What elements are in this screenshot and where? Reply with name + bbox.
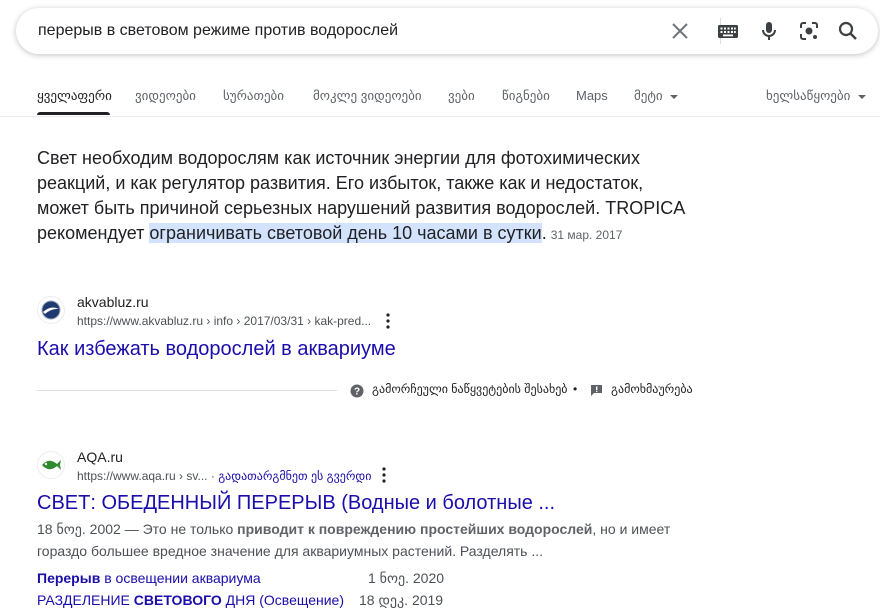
microphone-icon[interactable]: [757, 19, 781, 43]
result2-description: 18 ნოე. 2002 — Это не только приводит к …: [37, 518, 677, 562]
sitelink-1-date: 1 ნოე. 2020: [368, 570, 445, 586]
sitelink-1-rest: в освещении аквариума: [100, 570, 261, 586]
tab-videos[interactable]: ვიდეოები: [135, 88, 196, 104]
result2-url: https://www.aqa.ru › sv...: [77, 469, 208, 483]
tab-images[interactable]: სურათები: [223, 88, 284, 104]
more-options-icon[interactable]: [381, 312, 395, 330]
search-tabs: ყველაფერი ვიდეოები სურათები მოკლე ვიდეოე…: [0, 84, 880, 116]
tabs-divider: [0, 116, 880, 117]
aqa-fish-favicon-icon: [37, 451, 65, 479]
tools-button[interactable]: ხელსაწყოები: [766, 88, 867, 104]
about-divider: [37, 390, 337, 391]
caret-down-icon: [858, 94, 866, 99]
tab-web[interactable]: ვები: [448, 88, 475, 104]
tab-more-label: მეტი: [634, 88, 663, 103]
result2-desc-bold: приводит к повреждению простейших водоро…: [237, 521, 593, 537]
search-input[interactable]: перерыв в световом режиме против водорос…: [38, 22, 398, 40]
sitelink-2-bold: СВЕТОВОГО: [133, 592, 222, 608]
result2-url-separator: ·: [210, 469, 215, 483]
snippet-date: 31 мар. 2017: [550, 228, 623, 242]
result2-desc-part1: Это не только: [142, 521, 238, 537]
search-icon[interactable]: [836, 19, 860, 43]
result1-source[interactable]: akvabluz.ru https://www.akvabluz.ru › in…: [37, 294, 437, 334]
tab-more[interactable]: მეტი: [634, 88, 679, 104]
about-separator: •: [573, 382, 578, 396]
about-featured-snippets-link[interactable]: გამორჩეული ნაწყვეტების შესახებ: [372, 382, 568, 396]
more-options-icon[interactable]: [377, 466, 391, 484]
featured-snippet: Свет необходим водорослям как источник э…: [37, 146, 697, 248]
result1-url: https://www.akvabluz.ru › info › 2017/03…: [77, 314, 372, 328]
snippet-highlight: ограничивать световой день 10 часами в с…: [149, 223, 542, 243]
sitelink-2-rest: ДНЯ (Освещение): [221, 592, 344, 608]
tab-short-videos[interactable]: მოკლე ვიდეოები: [313, 88, 422, 104]
feedback-link[interactable]: გამოხმაურება: [611, 382, 693, 396]
akvabluz-favicon-icon: [37, 296, 65, 324]
svg-text:?: ?: [354, 387, 360, 398]
sitelink-1-bold: Перерыв: [37, 570, 101, 586]
result2-site-name: AQA.ru: [77, 449, 123, 465]
tab-all[interactable]: ყველაფერი: [37, 88, 112, 104]
result1-site-name: akvabluz.ru: [77, 294, 149, 310]
camera-lens-icon[interactable]: [797, 19, 821, 43]
result2-title-link[interactable]: СВЕТ: ОБЕДЕННЫЙ ПЕРЕРЫВ (Водные и болотн…: [37, 492, 555, 515]
result1-title-link[interactable]: Как избежать водорослей в аквариуме: [37, 338, 396, 361]
tools-label: ხელსაწყოები: [766, 88, 851, 103]
help-icon: ?: [350, 384, 364, 398]
tab-books[interactable]: წიგნები: [502, 88, 550, 104]
caret-down-icon: [670, 94, 679, 99]
sitelink-2-date: 18 დეკ. 2019: [359, 592, 444, 608]
result2-url-row: https://www.aqa.ru › sv... · გადათარგმნე…: [77, 469, 371, 483]
sitelink-2-pre: РАЗДЕЛЕНИЕ: [37, 592, 134, 608]
snippet-period: .: [541, 223, 547, 243]
clear-icon[interactable]: [668, 19, 692, 43]
active-tab-indicator: [37, 112, 110, 115]
sitelink-1[interactable]: Перерыв в освещении аквариума: [37, 570, 261, 586]
sitelink-2[interactable]: РАЗДЕЛЕНИЕ СВЕТОВОГО ДНЯ (Освещение): [37, 592, 344, 608]
result2-source[interactable]: AQA.ru https://www.aqa.ru › sv... · გადა…: [37, 449, 457, 489]
search-bar: перерыв в световом режиме против водорос…: [16, 8, 878, 54]
tab-maps[interactable]: Maps: [576, 88, 608, 103]
feedback-icon: [591, 385, 602, 396]
keyboard-icon[interactable]: [716, 19, 740, 43]
result2-date: 18 ნოე. 2002: [37, 521, 121, 537]
translate-page-link[interactable]: გადათარგმნეთ ეს გვერდი: [218, 469, 371, 483]
result2-dash: —: [120, 521, 143, 537]
